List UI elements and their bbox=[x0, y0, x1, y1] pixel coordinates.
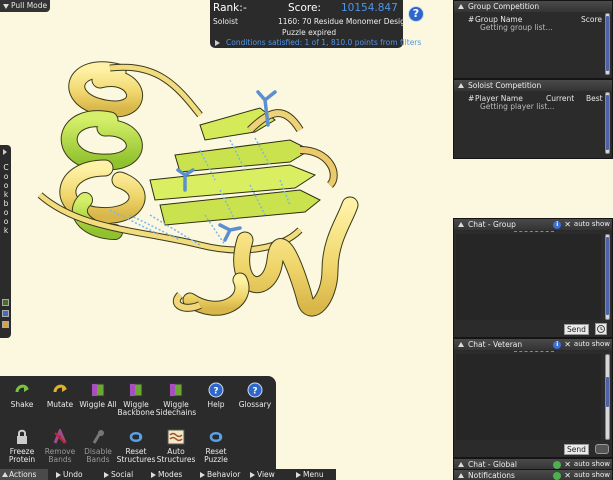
glossary-icon: ? bbox=[247, 382, 263, 398]
chat-veteran-scrollbar[interactable] bbox=[605, 354, 610, 440]
chevron-up-icon bbox=[458, 473, 464, 478]
chat-global-panel: Chat - Global ✕ auto show bbox=[453, 458, 613, 470]
auto-structures-button[interactable]: Auto Structures bbox=[154, 429, 198, 464]
cookbook-recipe-icon[interactable] bbox=[2, 310, 9, 317]
soloist-col-rank: # bbox=[468, 94, 475, 103]
soloist-scrollbar[interactable] bbox=[605, 92, 610, 154]
cookbook-label: Cookbook bbox=[3, 163, 9, 235]
lock-icon bbox=[17, 429, 27, 444]
chat-group-send-button[interactable]: Send bbox=[564, 324, 589, 335]
soloist-competition-panel: Soloist Competition # Player Name Curren… bbox=[453, 79, 613, 159]
auto-structures-icon bbox=[167, 429, 185, 445]
tab-behavior[interactable]: Behavior bbox=[198, 469, 240, 480]
notifications-header[interactable]: Notifications ✕ auto show bbox=[454, 470, 612, 480]
tab-menu[interactable]: Menu bbox=[294, 469, 324, 480]
chat-veteran-auto-show[interactable]: auto show bbox=[574, 339, 610, 350]
chevron-right-icon bbox=[3, 149, 7, 155]
online-status-icon bbox=[553, 460, 562, 469]
tab-view[interactable]: View bbox=[248, 469, 275, 480]
chevron-up-icon bbox=[458, 222, 464, 227]
info-icon[interactable]: i bbox=[553, 340, 562, 349]
chat-group-log bbox=[456, 234, 601, 320]
tab-social[interactable]: Social bbox=[102, 469, 133, 480]
chat-group-header[interactable]: Chat - Group i ✕ auto show bbox=[454, 219, 612, 230]
notifications-auto-show[interactable]: auto show bbox=[574, 470, 610, 480]
mutate-icon bbox=[53, 384, 67, 393]
chevron-up-icon bbox=[458, 4, 464, 9]
group-competition-title: Group Competition bbox=[468, 2, 540, 11]
wiggle-backbone-icon bbox=[129, 383, 143, 397]
notifications-title: Notifications bbox=[468, 471, 515, 480]
wiggle-backbone-button[interactable]: Wiggle Backbone bbox=[114, 382, 158, 417]
wiggle-all-icon bbox=[91, 383, 105, 397]
gamepad-icon[interactable] bbox=[595, 444, 609, 454]
group-col-rank: # bbox=[468, 15, 475, 24]
chevron-up-icon bbox=[458, 83, 464, 88]
chevron-right-icon bbox=[104, 472, 109, 478]
soloist-col-best: Best bbox=[586, 94, 603, 103]
actions-toolbar: Shake Mutate Wiggle All Wiggle Backbone … bbox=[0, 376, 276, 469]
group-competition-panel: Group Competition # Group Name Score Get… bbox=[453, 0, 613, 79]
chat-group-divider bbox=[514, 231, 554, 233]
helix-left bbox=[59, 61, 146, 240]
chat-veteran-log bbox=[456, 354, 601, 440]
reset-puzzle-button[interactable]: Reset Puzzle bbox=[194, 429, 238, 464]
chat-veteran-title: Chat - Veteran bbox=[468, 340, 523, 349]
chat-group-scrollbar[interactable] bbox=[605, 234, 610, 320]
tab-actions[interactable]: Actions bbox=[0, 469, 48, 480]
cookbook-tab[interactable]: Cookbook bbox=[0, 145, 11, 338]
chevron-up-icon bbox=[458, 462, 464, 467]
protein-viewport[interactable] bbox=[0, 0, 450, 375]
help-tool-button[interactable]: ? Help bbox=[194, 382, 238, 409]
group-scrollbar[interactable] bbox=[605, 13, 610, 75]
help-icon: ? bbox=[208, 382, 224, 398]
chat-veteran-header[interactable]: Chat - Veteran i ✕ auto show bbox=[454, 339, 612, 350]
close-icon[interactable]: ✕ bbox=[564, 340, 571, 349]
cookbook-script-icon[interactable] bbox=[2, 299, 9, 306]
shake-icon bbox=[15, 384, 29, 393]
reset-structures-button[interactable]: Reset Structures bbox=[114, 429, 158, 464]
svg-text:?: ? bbox=[252, 387, 257, 397]
group-col-score: Score bbox=[581, 15, 603, 24]
soloist-loading-text: Getting player list... bbox=[480, 102, 555, 111]
cookbook-folder-icon[interactable] bbox=[2, 321, 9, 328]
chevron-up-icon bbox=[2, 472, 8, 477]
soloist-competition-title: Soloist Competition bbox=[468, 81, 542, 90]
notifications-panel: Notifications ✕ auto show bbox=[453, 469, 613, 480]
wiggle-sidechains-button[interactable]: Wiggle Sidechains bbox=[154, 382, 198, 417]
reset-puzzle-icon bbox=[209, 432, 223, 442]
remove-bands-icon bbox=[53, 429, 67, 444]
group-loading-text: Getting group list... bbox=[480, 23, 553, 32]
tab-modes[interactable]: Modes bbox=[149, 469, 182, 480]
close-icon[interactable]: ✕ bbox=[564, 471, 571, 480]
svg-text:?: ? bbox=[213, 387, 218, 397]
chat-group-panel: Chat - Group i ✕ auto show Send bbox=[453, 218, 613, 338]
chevron-right-icon bbox=[250, 472, 255, 478]
chat-veteran-panel: Chat - Veteran i ✕ auto show Send bbox=[453, 338, 613, 458]
info-icon[interactable]: i bbox=[553, 220, 562, 229]
disable-bands-icon bbox=[92, 430, 104, 444]
chevron-right-icon bbox=[56, 472, 61, 478]
chat-veteran-send-button[interactable]: Send bbox=[564, 444, 589, 455]
chevron-right-icon bbox=[296, 472, 301, 478]
soloist-competition-header[interactable]: Soloist Competition bbox=[454, 80, 612, 91]
tab-undo[interactable]: Undo bbox=[54, 469, 83, 480]
chevron-up-icon bbox=[458, 342, 464, 347]
reset-structures-icon bbox=[129, 432, 143, 442]
clock-icon[interactable] bbox=[595, 323, 607, 335]
chat-global-title: Chat - Global bbox=[468, 460, 517, 469]
glossary-button[interactable]: ? Glossary bbox=[233, 382, 277, 409]
chevron-right-icon bbox=[200, 472, 205, 478]
chevron-right-icon bbox=[151, 472, 156, 478]
group-competition-header[interactable]: Group Competition bbox=[454, 1, 612, 12]
close-icon[interactable]: ✕ bbox=[564, 460, 571, 469]
close-icon[interactable]: ✕ bbox=[564, 220, 571, 229]
chat-veteran-divider bbox=[514, 351, 554, 353]
wiggle-sidechains-icon bbox=[169, 383, 183, 397]
chat-group-title: Chat - Group bbox=[468, 220, 516, 229]
notification-status-icon bbox=[553, 471, 562, 480]
chat-group-auto-show[interactable]: auto show bbox=[574, 219, 610, 230]
